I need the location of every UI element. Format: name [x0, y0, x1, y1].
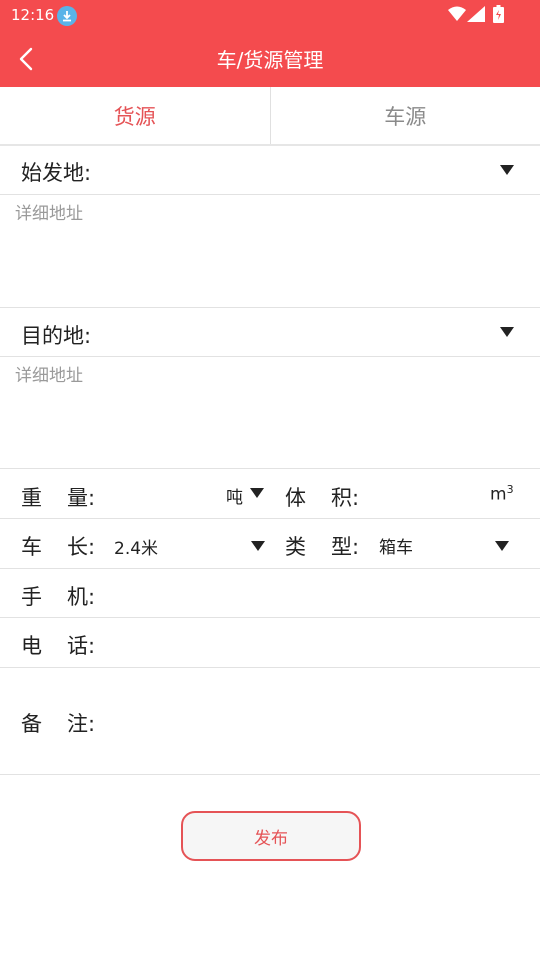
origin-select[interactable]: 始发地:	[0, 147, 540, 195]
origin-detail-placeholder: 详细地址	[15, 204, 83, 224]
type-label-char2: 型:	[331, 535, 360, 559]
type-dropdown-icon[interactable]	[495, 541, 509, 551]
length-dropdown-icon[interactable]	[251, 541, 265, 551]
mobile-row: 手 机:	[0, 569, 540, 617]
volume-label-char2: 积:	[331, 486, 360, 510]
tab-cargo-source[interactable]: 货源	[0, 87, 270, 144]
phone-row: 电 话:	[0, 618, 540, 667]
phone-label-char2: 话:	[67, 634, 96, 658]
type-value[interactable]: 箱车	[379, 533, 413, 558]
weight-unit-dropdown-icon[interactable]	[250, 488, 264, 498]
wifi-icon	[448, 6, 466, 21]
weight-unit[interactable]: 吨	[226, 483, 243, 508]
mobile-label-char2: 机:	[67, 585, 96, 609]
tab-bar: 货源 车源	[0, 87, 540, 146]
remark-row: 备 注:	[0, 668, 540, 774]
battery-icon	[493, 5, 504, 23]
divider	[0, 774, 540, 775]
remark-label-char2: 注:	[67, 712, 96, 736]
destination-dropdown-icon[interactable]	[500, 327, 514, 337]
length-label-char1: 车	[21, 535, 42, 559]
length-label-char2: 长:	[67, 535, 96, 559]
download-icon	[57, 6, 77, 26]
weight-input[interactable]	[100, 477, 220, 511]
page-title: 车/货源管理	[216, 48, 324, 72]
status-time: 12:16	[11, 6, 55, 24]
destination-select[interactable]: 目的地:	[0, 308, 540, 356]
publish-button[interactable]: 发布	[181, 811, 361, 861]
volume-unit-exponent: 3	[506, 483, 514, 496]
weight-volume-row: 重 量: 吨 体 积: m3	[0, 469, 540, 518]
volume-label-char1: 体	[285, 486, 306, 510]
volume-unit-base: m	[490, 484, 507, 505]
destination-detail-placeholder: 详细地址	[15, 366, 83, 386]
destination-label: 目的地:	[21, 324, 92, 348]
type-label-char1: 类	[285, 535, 306, 559]
weight-label-char1: 重	[21, 486, 42, 510]
volume-input[interactable]	[365, 477, 483, 511]
origin-label: 始发地:	[21, 161, 92, 185]
phone-label-char1: 电	[21, 634, 42, 658]
destination-detail-field[interactable]: 详细地址	[0, 357, 540, 468]
signal-icon	[467, 6, 485, 22]
weight-label-char2: 量:	[67, 486, 96, 510]
mobile-input[interactable]	[100, 575, 520, 611]
mobile-label-char1: 手	[21, 585, 42, 609]
phone-input[interactable]	[100, 624, 520, 660]
length-value[interactable]: 2.4米	[114, 534, 158, 559]
status-bar: 12:16	[0, 0, 540, 32]
origin-detail-field[interactable]: 详细地址	[0, 195, 540, 307]
app-header: 12:16 车/货源管理	[0, 0, 540, 87]
remark-input[interactable]	[100, 678, 520, 764]
origin-dropdown-icon[interactable]	[500, 165, 514, 175]
length-type-row: 车 长: 2.4米 类 型: 箱车	[0, 519, 540, 568]
volume-unit: m3	[490, 483, 514, 505]
tab-vehicle-source[interactable]: 车源	[269, 87, 540, 144]
remark-label-char1: 备	[21, 712, 42, 736]
